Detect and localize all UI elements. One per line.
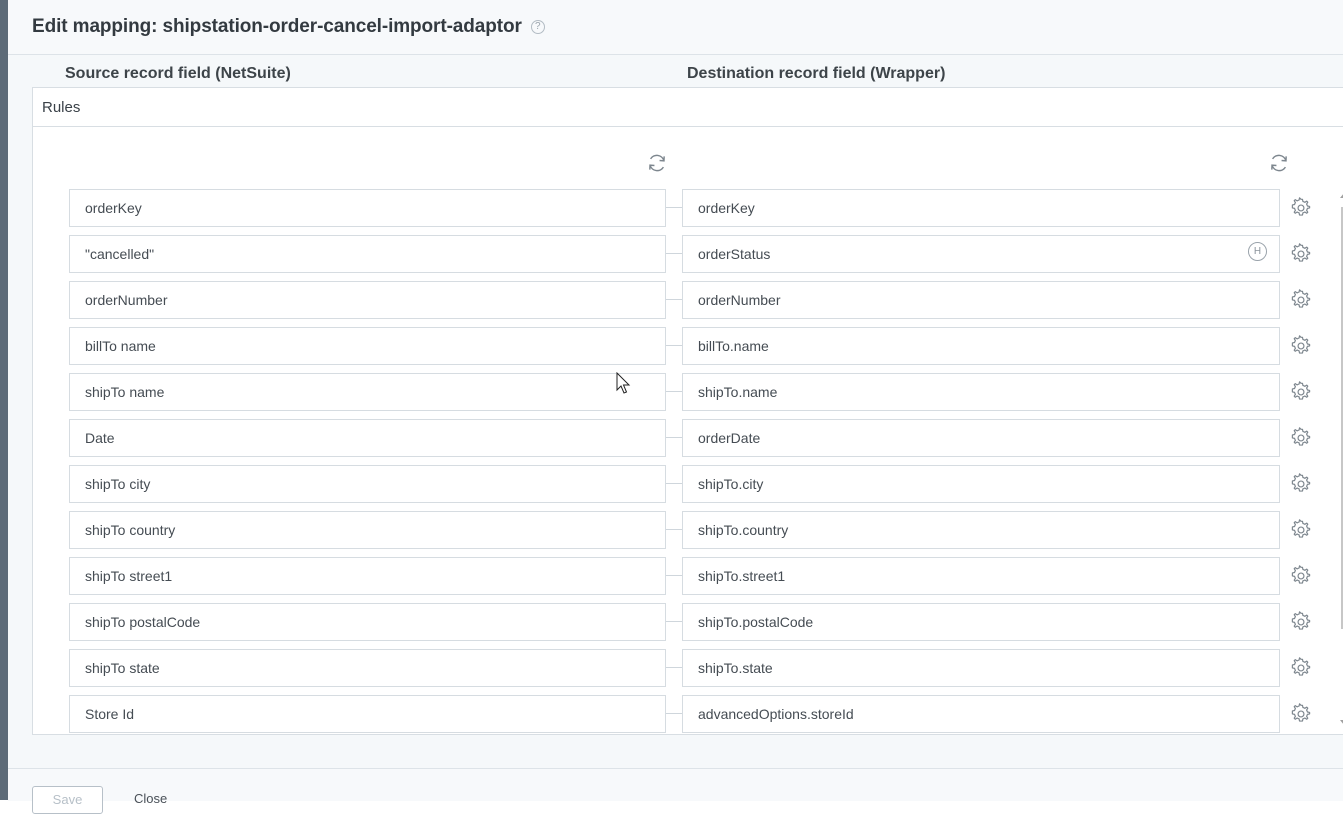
source-field-input[interactable]: Store Id [69,695,666,733]
destination-field-input[interactable]: orderKey [682,189,1280,227]
mapping-connector [666,391,682,392]
mapping-connector [666,483,682,484]
sidebar-edge [0,0,8,800]
mapping-row: shipTo street1 shipTo.street1 [69,557,1319,595]
mapping-row: billTo name billTo.name [69,327,1319,365]
destination-field-input[interactable]: advancedOptions.storeId [682,695,1280,733]
destination-field-value: shipTo.city [698,476,764,492]
mapping-row: shipTo state shipTo.state [69,649,1319,687]
mapping-row: Date orderDate [69,419,1319,457]
drawer-footer: Save Close [8,768,1343,814]
source-column-title: Source record field (NetSuite) [65,65,291,82]
destination-field-input[interactable]: shipTo.city [682,465,1280,503]
save-button[interactable]: Save [32,786,103,814]
mapping-row: orderNumber orderNumber [69,281,1319,319]
settings-gear-icon[interactable] [1290,335,1312,357]
source-field-input[interactable]: billTo name [69,327,666,365]
source-field-input[interactable]: orderNumber [69,281,666,319]
destination-field-value: shipTo.street1 [698,568,786,584]
mapping-row: shipTo country shipTo.country [69,511,1319,549]
destination-field-value: shipTo.state [698,660,773,676]
destination-field-value: shipTo.name [698,384,778,400]
settings-gear-icon[interactable] [1290,289,1312,311]
mapping-row: shipTo city shipTo.city [69,465,1319,503]
mapping-row: orderKey orderKey [69,189,1319,227]
destination-field-input[interactable]: shipTo.postalCode [682,603,1280,641]
destination-field-input[interactable]: shipTo.street1 [682,557,1280,595]
destination-field-value: billTo.name [698,338,769,354]
destination-field-value: orderNumber [698,292,781,308]
destination-field-input[interactable]: shipTo.state [682,649,1280,687]
settings-gear-icon[interactable] [1290,611,1312,633]
mapping-connector [666,529,682,530]
mapping-connector [666,207,682,208]
destination-field-input[interactable]: shipTo.name [682,373,1280,411]
mapping-connector [666,299,682,300]
mapping-connector [666,621,682,622]
destination-field-input[interactable]: shipTo.country [682,511,1280,549]
source-refresh-icon[interactable] [646,152,668,174]
destination-field-value: shipTo.postalCode [698,614,814,630]
settings-gear-icon[interactable] [1290,197,1312,219]
hardcoded-badge-icon: H [1248,242,1267,261]
mapping-connector [666,345,682,346]
destination-field-input[interactable]: orderNumber [682,281,1280,319]
source-field-input[interactable]: shipTo street1 [69,557,666,595]
mapping-connector [666,713,682,714]
page-title: Edit mapping: shipstation-order-cancel-i… [32,16,522,37]
mapping-connector [666,667,682,668]
mapping-connector [666,253,682,254]
destination-field-value: orderKey [698,200,755,216]
source-field-input[interactable]: orderKey [69,189,666,227]
close-button[interactable]: Close [134,791,167,806]
mapping-row: shipTo postalCode shipTo.postalCode [69,603,1319,641]
mapping-row: "cancelled" orderStatus H [69,235,1319,273]
source-field-input[interactable]: shipTo state [69,649,666,687]
destination-refresh-icon[interactable] [1268,152,1290,174]
mapping-row: Store Id advancedOptions.storeId [69,695,1319,733]
settings-gear-icon[interactable] [1290,519,1312,541]
rules-panel-title: Rules [42,98,81,116]
destination-field-value: shipTo.country [698,522,789,538]
mapping-connector [666,575,682,576]
mouse-cursor-icon [616,372,631,394]
destination-column-title: Destination record field (Wrapper) [687,65,946,82]
source-field-input[interactable]: shipTo country [69,511,666,549]
edit-mapping-drawer: Edit mapping: shipstation-order-cancel-i… [8,0,1343,814]
mapping-row: shipTo name shipTo.name [69,373,1319,411]
destination-field-value: advancedOptions.storeId [698,706,854,722]
source-field-input[interactable]: shipTo postalCode [69,603,666,641]
source-field-input[interactable]: shipTo name [69,373,666,411]
settings-gear-icon[interactable] [1290,381,1312,403]
mapping-scrollbar[interactable] [1337,189,1343,734]
destination-field-input[interactable]: billTo.name [682,327,1280,365]
destination-field-input[interactable]: orderStatus H [682,235,1280,273]
source-field-input[interactable]: shipTo city [69,465,666,503]
source-field-input[interactable]: Date [69,419,666,457]
destination-field-input[interactable]: orderDate [682,419,1280,457]
settings-gear-icon[interactable] [1290,427,1312,449]
destination-field-value: orderStatus [698,246,771,262]
settings-gear-icon[interactable] [1290,657,1312,679]
settings-gear-icon[interactable] [1290,703,1312,725]
drawer-header: Edit mapping: shipstation-order-cancel-i… [8,0,1343,55]
source-field-input[interactable]: "cancelled" [69,235,666,273]
settings-gear-icon[interactable] [1290,473,1312,495]
settings-gear-icon[interactable] [1290,243,1312,265]
settings-gear-icon[interactable] [1290,565,1312,587]
question-circle-icon[interactable]: ? [530,20,545,34]
destination-field-value: orderDate [698,430,761,446]
rules-panel-header: Rules [33,88,1343,127]
mapping-connector [666,437,682,438]
